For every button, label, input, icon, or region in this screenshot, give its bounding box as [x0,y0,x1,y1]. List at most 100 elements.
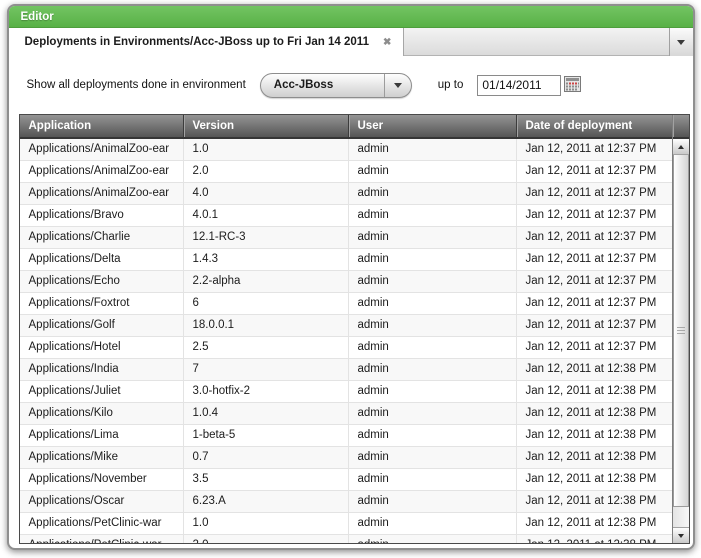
cell-version: 7 [183,359,348,380]
column-header-date[interactable]: Date of deployment [516,115,672,137]
cell-version: 1.0 [183,513,348,534]
cell-date: Jan 12, 2011 at 12:38 PM [516,535,672,543]
cell-date: Jan 12, 2011 at 12:38 PM [516,513,672,534]
cell-version: 12.1-RC-3 [183,227,348,248]
table-row[interactable]: Applications/PetClinic-war2.0adminJan 12… [20,535,672,543]
cell-date: Jan 12, 2011 at 12:37 PM [516,337,672,358]
cell-date: Jan 12, 2011 at 12:37 PM [516,293,672,314]
cell-date: Jan 12, 2011 at 12:38 PM [516,425,672,446]
tab-deployments[interactable]: Deployments in Environments/Acc-JBoss up… [9,28,405,56]
cell-version: 18.0.0.1 [183,315,348,336]
column-header-version[interactable]: Version [183,115,348,137]
chevron-down-icon [394,83,402,88]
dropdown-arrow-section[interactable] [384,74,411,97]
cell-version: 2.2-alpha [183,271,348,292]
table-row[interactable]: Applications/Kilo1.0.4adminJan 12, 2011 … [20,403,672,425]
cell-application: Applications/Juliet [20,381,183,402]
deployments-table: Application Version User Date of deploym… [19,114,690,544]
table-row[interactable]: Applications/AnimalZoo-ear1.0adminJan 12… [20,139,672,161]
cell-date: Jan 12, 2011 at 12:37 PM [516,315,672,336]
filter-toolbar: Show all deployments done in environment… [9,56,693,114]
cell-date: Jan 12, 2011 at 12:37 PM [516,249,672,270]
cell-version: 4.0 [183,183,348,204]
cell-application: Applications/Oscar [20,491,183,512]
cell-user: admin [348,491,516,512]
cell-version: 2.0 [183,535,348,543]
cell-version: 3.0-hotfix-2 [183,381,348,402]
cell-version: 2.0 [183,161,348,182]
table-row[interactable]: Applications/November3.5adminJan 12, 201… [20,469,672,491]
cell-version: 1-beta-5 [183,425,348,446]
cell-application: Applications/Hotel [20,337,183,358]
table-row[interactable]: Applications/Echo2.2-alphaadminJan 12, 2… [20,271,672,293]
cell-version: 6.23.A [183,491,348,512]
scrollbar-thumb[interactable] [673,155,689,507]
cell-application: Applications/Lima [20,425,183,446]
table-row[interactable]: Applications/Charlie12.1-RC-3adminJan 12… [20,227,672,249]
cell-user: admin [348,535,516,543]
editor-window: Editor Deployments in Environments/Acc-J… [7,4,695,550]
window-title: Editor [9,6,693,28]
cell-user: admin [348,447,516,468]
arrow-up-icon [678,145,684,149]
cell-date: Jan 12, 2011 at 12:38 PM [516,381,672,402]
cell-version: 2.5 [183,337,348,358]
table-row[interactable]: Applications/Golf18.0.0.1adminJan 12, 20… [20,315,672,337]
cell-date: Jan 12, 2011 at 12:37 PM [516,271,672,292]
calendar-icon[interactable] [564,76,581,95]
cell-user: admin [348,293,516,314]
cell-user: admin [348,469,516,490]
cell-application: Applications/PetClinic-war [20,535,183,543]
table-row[interactable]: Applications/AnimalZoo-ear2.0adminJan 12… [20,161,672,183]
cell-date: Jan 12, 2011 at 12:38 PM [516,447,672,468]
table-row[interactable]: Applications/PetClinic-war1.0adminJan 12… [20,513,672,535]
table-row[interactable]: Applications/Delta1.4.3adminJan 12, 2011… [20,249,672,271]
tab-list-dropdown-button[interactable] [669,28,693,56]
close-icon[interactable]: ✖ [383,37,391,48]
table-row[interactable]: Applications/AnimalZoo-ear4.0adminJan 12… [20,183,672,205]
cell-application: Applications/AnimalZoo-ear [20,139,183,160]
table-row[interactable]: Applications/Lima1-beta-5adminJan 12, 20… [20,425,672,447]
cell-application: Applications/Foxtrot [20,293,183,314]
scroll-down-button[interactable] [673,527,689,543]
table-body: Applications/AnimalZoo-ear1.0adminJan 12… [20,139,672,543]
cell-user: admin [348,249,516,270]
cell-application: Applications/Mike [20,447,183,468]
date-input[interactable] [477,75,561,96]
chevron-down-icon [677,40,685,45]
cell-user: admin [348,403,516,424]
table-row[interactable]: Applications/Bravo4.0.1adminJan 12, 2011… [20,205,672,227]
tab-bar: Deployments in Environments/Acc-JBoss up… [9,28,693,56]
cell-application: Applications/Golf [20,315,183,336]
filter-label: Show all deployments done in environment [27,79,246,91]
cell-date: Jan 12, 2011 at 12:37 PM [516,227,672,248]
cell-user: admin [348,513,516,534]
scroll-up-button[interactable] [673,139,689,155]
cell-date: Jan 12, 2011 at 12:37 PM [516,205,672,226]
cell-version: 1.4.3 [183,249,348,270]
cell-application: Applications/India [20,359,183,380]
cell-user: admin [348,227,516,248]
table-row[interactable]: Applications/Mike0.7adminJan 12, 2011 at… [20,447,672,469]
scrollbar-track[interactable] [673,155,689,527]
column-header-user[interactable]: User [348,115,516,137]
column-header-application[interactable]: Application [20,115,183,137]
cell-application: Applications/AnimalZoo-ear [20,183,183,204]
cell-date: Jan 12, 2011 at 12:37 PM [516,183,672,204]
table-header-row: Application Version User Date of deploym… [20,115,672,139]
cell-version: 0.7 [183,447,348,468]
vertical-scrollbar[interactable] [672,115,689,543]
cell-application: Applications/Delta [20,249,183,270]
environment-dropdown[interactable]: Acc-JBoss [260,73,412,98]
cell-user: admin [348,183,516,204]
cell-date: Jan 12, 2011 at 12:38 PM [516,491,672,512]
table-row[interactable]: Applications/Juliet3.0-hotfix-2adminJan … [20,381,672,403]
table-row[interactable]: Applications/Foxtrot6adminJan 12, 2011 a… [20,293,672,315]
table-row[interactable]: Applications/Oscar6.23.AadminJan 12, 201… [20,491,672,513]
table-row[interactable]: Applications/India7adminJan 12, 2011 at … [20,359,672,381]
table-row[interactable]: Applications/Hotel2.5adminJan 12, 2011 a… [20,337,672,359]
cell-application: Applications/Echo [20,271,183,292]
cell-user: admin [348,315,516,336]
cell-date: Jan 12, 2011 at 12:38 PM [516,469,672,490]
cell-user: admin [348,425,516,446]
